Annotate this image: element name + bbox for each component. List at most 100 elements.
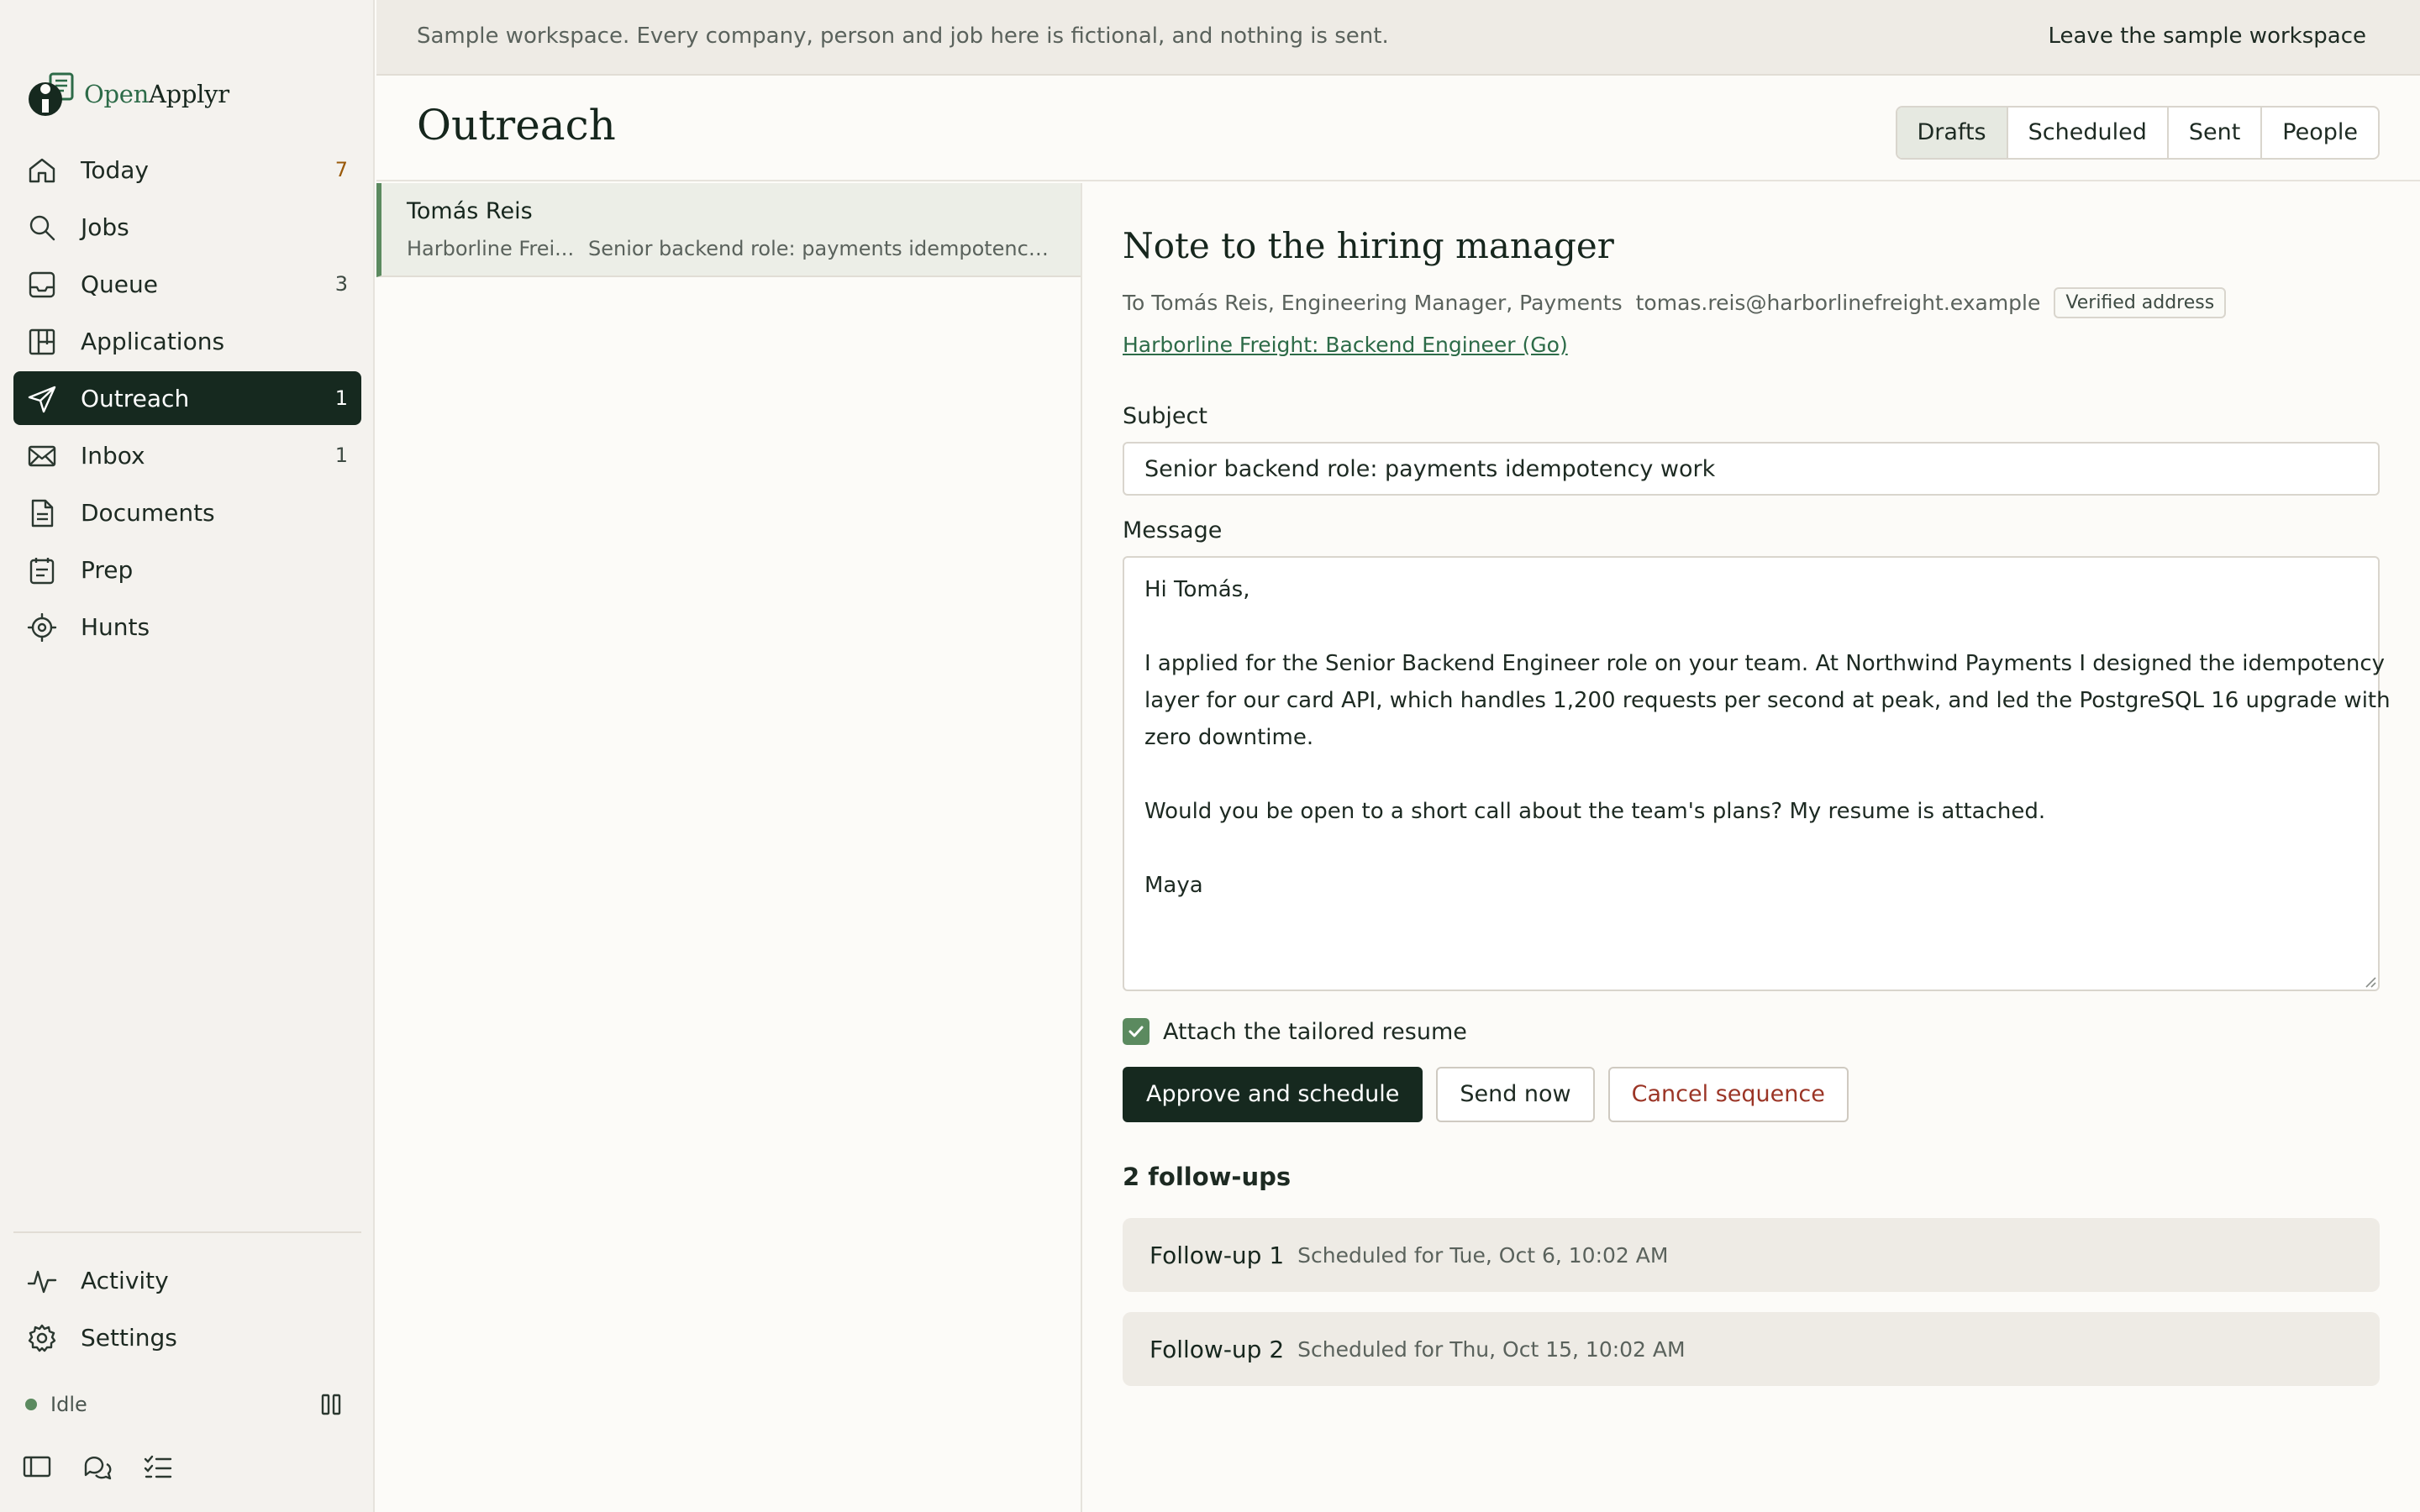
agent-status: Idle — [25, 1388, 345, 1421]
queue-count-badge: 3 — [334, 272, 348, 296]
cancel-sequence-button[interactable]: Cancel sequence — [1607, 1067, 1849, 1122]
sidebar-item-settings[interactable]: Settings — [13, 1310, 361, 1364]
sidebar-item-label: Jobs — [81, 213, 129, 241]
verified-address-badge: Verified address — [2054, 286, 2227, 318]
sidebar-item-label: Queue — [81, 270, 158, 298]
status-dot — [25, 1399, 37, 1410]
attach-resume-checkbox[interactable]: Attach the tailored resume — [1123, 1013, 1467, 1050]
followups-heading: 2 follow-ups — [1123, 1163, 1292, 1191]
checkmark-icon — [1128, 1026, 1144, 1037]
document-icon — [27, 499, 57, 528]
resize-handle-icon[interactable] — [2363, 974, 2376, 988]
message-line: layer for our card API, which handles 1,… — [1144, 688, 2391, 713]
sidebar-item-label: Applications — [81, 327, 225, 355]
message-line: I applied for the Senior Backend Enginee… — [1144, 651, 2386, 676]
kanban-icon — [27, 328, 57, 356]
sidebar-item-label: Prep — [81, 555, 134, 584]
sidebar-bottom-nav: Activity Settings — [13, 1253, 361, 1368]
sidebar-utilities — [22, 1452, 173, 1482]
checkbox-checked[interactable] — [1123, 1018, 1150, 1045]
brand-name: OpenApplyr — [84, 80, 229, 108]
message-line: Maya — [1144, 873, 1203, 898]
sidebar-item-activity[interactable]: Activity — [13, 1253, 361, 1307]
tab-scheduled[interactable]: Scheduled — [2008, 108, 2169, 158]
sidebar-item-queue[interactable]: Queue 3 — [13, 257, 361, 311]
recipient-name: To Tomás Reis, Engineering Manager, Paym… — [1123, 290, 1623, 315]
sample-workspace-banner: Sample workspace. Every company, person … — [376, 0, 2420, 76]
sidebar-item-jobs[interactable]: Jobs — [13, 200, 361, 254]
outreach-count-badge: 1 — [334, 386, 348, 410]
subject-label: Subject — [1123, 403, 1207, 429]
followup-card[interactable]: Follow-up 2 Scheduled for Thu, Oct 15, 1… — [1123, 1312, 2380, 1386]
subject-input[interactable] — [1123, 442, 2380, 496]
tab-sent[interactable]: Sent — [2169, 108, 2263, 158]
checklist-icon[interactable] — [143, 1452, 173, 1482]
followup-card[interactable]: Follow-up 1 Scheduled for Tue, Oct 6, 10… — [1123, 1218, 2380, 1292]
gear-icon — [27, 1324, 57, 1352]
home-icon — [27, 156, 57, 185]
message-line — [1144, 756, 2358, 793]
today-count-badge: 7 — [334, 158, 348, 181]
draft-actions: Approve and schedule Send now Cancel seq… — [1123, 1067, 1849, 1122]
list-item-name: Tomás Reis — [407, 198, 533, 224]
brand-mark-icon — [29, 72, 74, 116]
page-header: Outreach Drafts Scheduled Sent People — [376, 77, 2420, 181]
followup-name: Follow-up 1 — [1150, 1241, 1285, 1269]
sidebar-item-outreach[interactable]: Outreach 1 — [13, 371, 361, 425]
inbox-count-badge: 1 — [334, 444, 348, 467]
app-window: OpenApplyr Today 7 Jobs Queue 3 Applicat… — [0, 0, 2420, 1512]
sidebar-item-inbox[interactable]: Inbox 1 — [13, 428, 361, 482]
target-icon — [27, 612, 57, 643]
message-label: Message — [1123, 517, 1223, 543]
mail-icon — [27, 442, 57, 470]
chat-icon[interactable] — [82, 1452, 113, 1482]
recipient-row: To Tomás Reis, Engineering Manager, Paym… — [1123, 286, 2227, 319]
sidebar-item-label: Activity — [81, 1266, 169, 1294]
list-item-company: Harborline Frei... — [407, 237, 575, 260]
sidebar-item-label: Today — [81, 155, 149, 184]
message-textarea[interactable]: Hi Tomás, I applied for the Senior Backe… — [1123, 556, 2391, 991]
followup-schedule: Scheduled for Thu, Oct 15, 10:02 AM — [1297, 1336, 1686, 1362]
recipient-email: tomas.reis@harborlinefreight.example — [1635, 290, 2041, 315]
tab-people[interactable]: People — [2262, 108, 2378, 158]
sidebar-item-label: Documents — [81, 498, 215, 527]
sidebar-item-applications[interactable]: Applications — [13, 314, 361, 368]
leave-sample-workspace-link[interactable]: Leave the sample workspace — [2048, 24, 2366, 49]
clipboard-icon — [27, 556, 57, 585]
sidebar-nav: Today 7 Jobs Queue 3 Applications Outrea… — [13, 143, 361, 657]
list-item-subject: Senior backend role: payments idempotenc… — [588, 237, 1059, 260]
message-line: zero downtime. — [1144, 725, 1314, 750]
page-title: Outreach — [417, 101, 616, 150]
pause-icon[interactable] — [318, 1391, 345, 1418]
outreach-tabs: Drafts Scheduled Sent People — [1895, 106, 2380, 160]
sidebar-item-label: Settings — [81, 1323, 177, 1352]
approve-and-schedule-button[interactable]: Approve and schedule — [1123, 1067, 1423, 1122]
sidebar-item-prep[interactable]: Prep — [13, 543, 361, 596]
sidebar-item-label: Hunts — [81, 612, 150, 641]
send-icon — [27, 385, 57, 413]
brand-logo[interactable]: OpenApplyr — [25, 69, 229, 119]
send-now-button[interactable]: Send now — [1436, 1067, 1595, 1122]
sidebar-item-today[interactable]: Today 7 — [13, 143, 361, 197]
tab-drafts[interactable]: Drafts — [1897, 108, 2008, 158]
drafts-list: Tomás Reis Harborline Frei... Senior bac… — [376, 183, 1082, 1512]
banner-text: Sample workspace. Every company, person … — [417, 24, 1389, 49]
sidebar: OpenApplyr Today 7 Jobs Queue 3 Applicat… — [0, 0, 375, 1512]
sidebar-divider — [13, 1231, 361, 1233]
job-link[interactable]: Harborline Freight: Backend Engineer (Go… — [1123, 333, 1568, 357]
message-line: Hi Tomás, — [1144, 577, 1250, 602]
sidebar-toggle-icon[interactable] — [22, 1452, 52, 1482]
attach-resume-label: Attach the tailored resume — [1163, 1018, 1467, 1045]
sidebar-item-hunts[interactable]: Hunts — [13, 600, 361, 654]
sidebar-item-documents[interactable]: Documents — [13, 486, 361, 539]
activity-icon — [27, 1267, 57, 1295]
search-icon — [27, 213, 57, 242]
followup-name: Follow-up 2 — [1150, 1335, 1285, 1363]
message-line: Would you be open to a short call about … — [1144, 799, 2046, 824]
inbox-tray-icon — [27, 270, 57, 299]
sidebar-item-label: Inbox — [81, 441, 145, 470]
message-line — [1144, 608, 2358, 645]
sidebar-item-label: Outreach — [81, 384, 190, 412]
list-item[interactable]: Tomás Reis Harborline Frei... Senior bac… — [376, 183, 1081, 277]
followup-schedule: Scheduled for Tue, Oct 6, 10:02 AM — [1297, 1242, 1669, 1268]
